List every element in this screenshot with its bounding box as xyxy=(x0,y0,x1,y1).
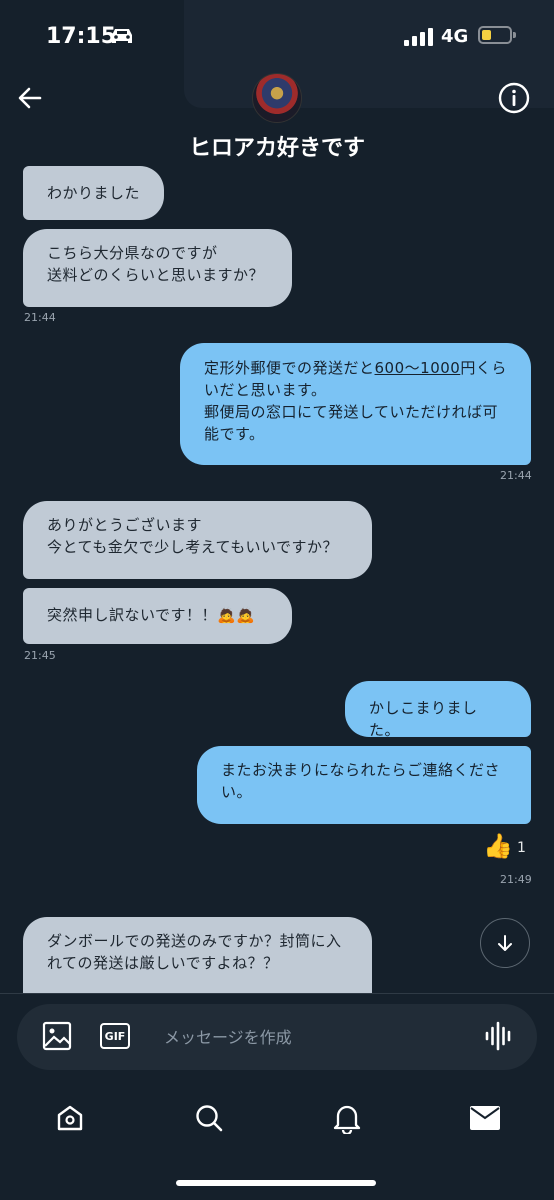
message-bubble[interactable]: ダンボールでの発送のみですか？封筒に入れての発送は厳しいですよね？？ xyxy=(23,917,372,993)
avatar[interactable] xyxy=(252,73,302,123)
gif-icon[interactable]: GIF xyxy=(100,1023,130,1049)
message-input[interactable] xyxy=(150,1014,486,1060)
image-icon[interactable] xyxy=(42,1021,72,1055)
thumbs-up-reaction[interactable]: 👍 xyxy=(483,832,513,860)
message-bubble[interactable]: かしこまりました。 xyxy=(345,681,531,739)
message-timestamp: 21:45 xyxy=(24,649,56,662)
signal-icon xyxy=(404,28,433,46)
phone-link[interactable]: 600〜1000 xyxy=(375,359,461,377)
message-text: 突然申し訳ないです！！🙇🙇 xyxy=(47,606,256,624)
scroll-to-bottom-button[interactable] xyxy=(480,918,530,968)
message-bubble[interactable]: 定形外郵便での発送だと600〜1000円くらいだと思います。 郵便局の窓口にて発… xyxy=(180,343,531,465)
chat-title[interactable]: ヒロアカ好きです xyxy=(0,130,554,162)
message-text: ありがとうございます 今とても金欠で少し考えてもいいですか？ xyxy=(47,516,339,556)
home-icon[interactable] xyxy=(50,1098,90,1138)
message-text: かしこまりました。 xyxy=(369,699,478,739)
composer-divider xyxy=(0,993,554,994)
message-timestamp: 21:49 xyxy=(500,873,532,886)
message-bubble[interactable]: わかりました xyxy=(23,166,164,220)
arrow-down-icon xyxy=(498,935,512,951)
status-time: 17:15 xyxy=(46,24,117,49)
message-bubble[interactable]: 突然申し訳ないです！！🙇🙇 xyxy=(23,588,292,644)
message-text: またお決まりになられたらご連絡ください。 xyxy=(221,761,501,801)
message-bubble[interactable]: ありがとうございます 今とても金欠で少し考えてもいいですか？ xyxy=(23,501,372,579)
mail-icon[interactable] xyxy=(465,1098,505,1138)
message-text: 定形外郵便での発送だと xyxy=(204,359,375,377)
message-text: ダンボールでの発送のみですか？封筒に入れての発送は厳しいですよね？？ xyxy=(47,932,342,972)
search-icon[interactable] xyxy=(189,1098,229,1138)
back-icon[interactable] xyxy=(16,84,44,116)
battery-icon xyxy=(478,26,516,44)
message-bubble[interactable]: こちら大分県なのですが 送料どのくらいと思いますか？ xyxy=(23,229,292,307)
home-indicator xyxy=(176,1180,376,1186)
message-bubble[interactable]: またお決まりになられたらご連絡ください。 xyxy=(197,746,531,824)
message-text: こちら大分県なのですが 送料どのくらいと思いますか？ xyxy=(47,244,265,284)
message-text: わかりました xyxy=(47,184,141,202)
bell-icon[interactable] xyxy=(327,1098,367,1138)
info-icon[interactable] xyxy=(498,82,530,118)
voice-icon[interactable] xyxy=(484,1020,512,1056)
network-label: 4G xyxy=(441,26,469,47)
car-icon xyxy=(108,26,136,50)
message-timestamp: 21:44 xyxy=(24,311,56,324)
reaction-count: 1 xyxy=(517,840,526,856)
message-timestamp: 21:44 xyxy=(500,469,532,482)
